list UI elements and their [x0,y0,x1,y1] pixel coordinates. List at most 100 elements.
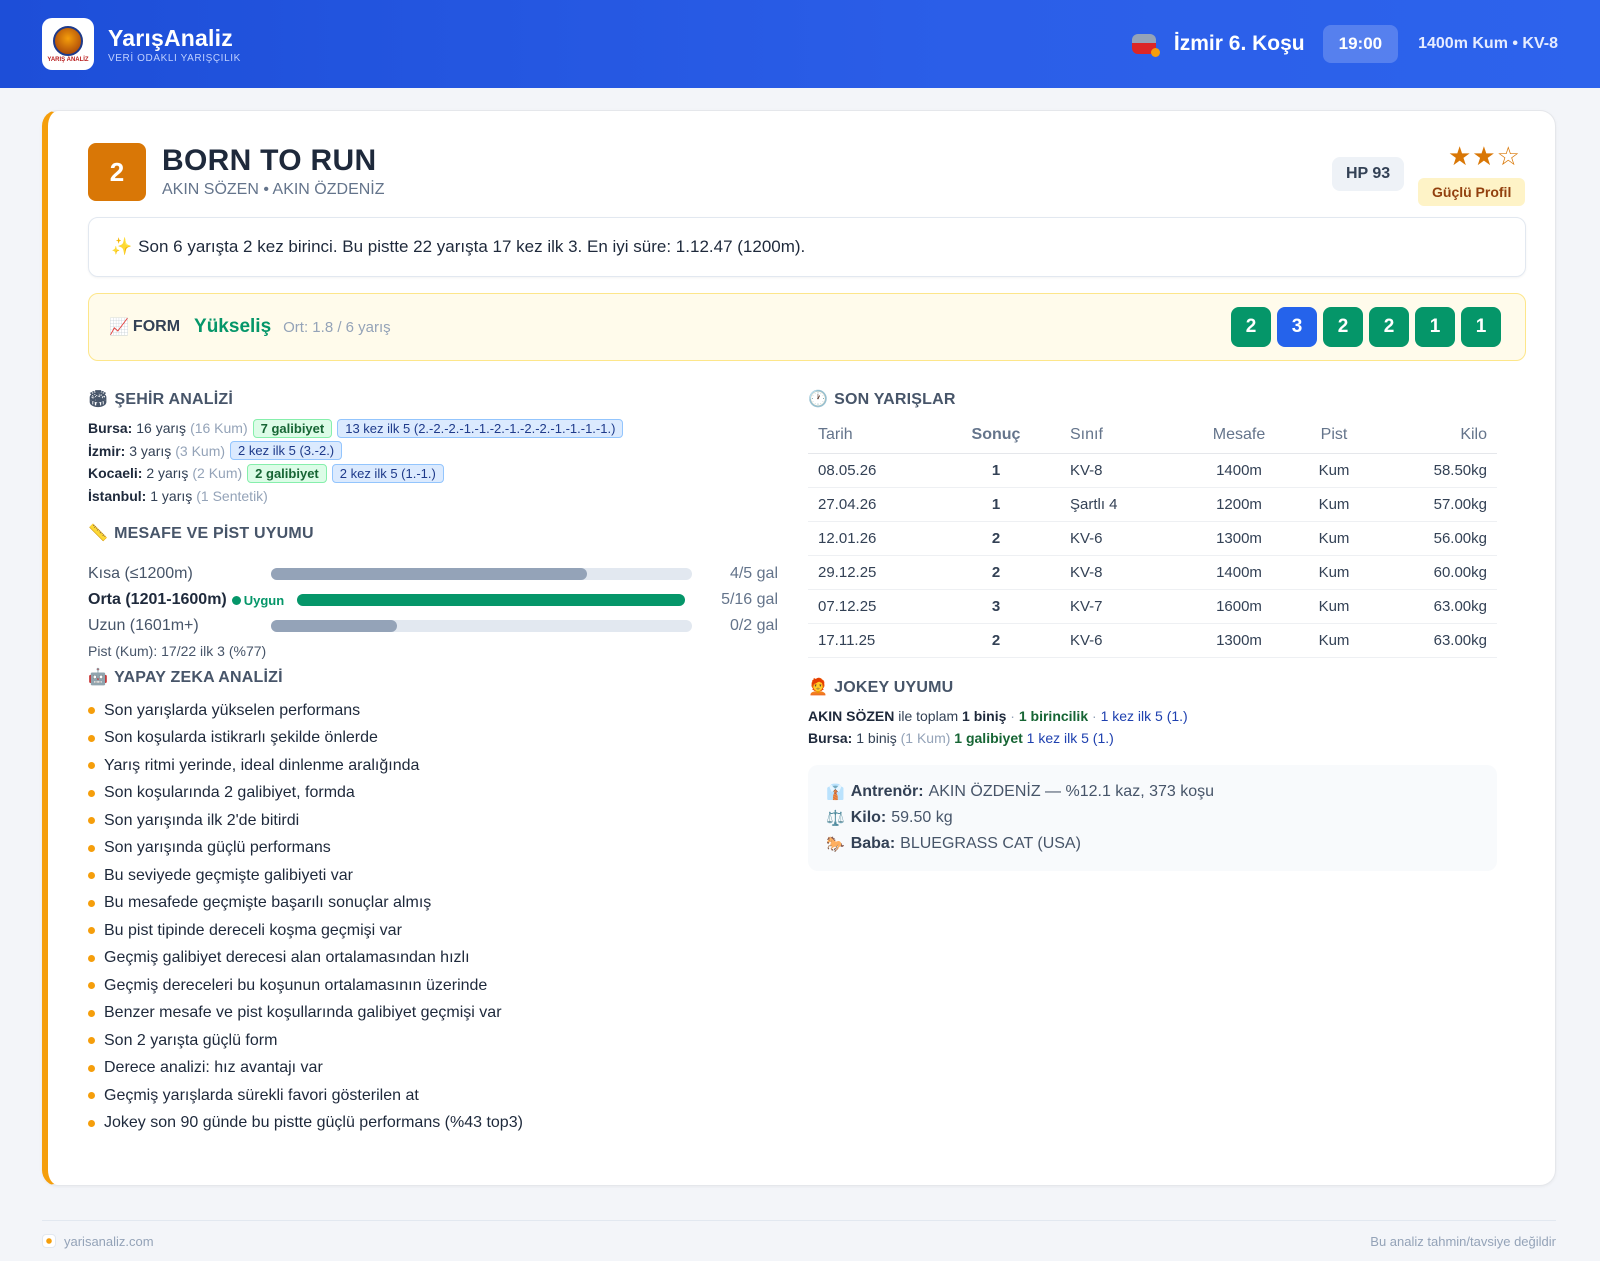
jockey-stats: AKIN SÖZEN ile toplam 1 biniş · 1 birinc… [808,705,1188,749]
brand-name: YarışAnaliz [108,24,233,51]
table-row: 17.11.25 2 KV-6 1300m Kum 63.00kg [808,623,1497,658]
table-header-row: Tarih Sonuç Sınıf Mesafe Pist Kilo [808,417,1497,454]
distance-bar-fill [271,568,587,580]
top5-tag: 13 kez ilk 5 (2.-2.-2.-1.-1.-2.-1.-2.-2.… [337,418,624,438]
list-item: Geçmiş yarışlarda sürekli favori gösteri… [88,1082,778,1110]
distance-label: Kısa (≤1200m) [88,565,193,582]
city-row: Bursa: 16 yarış (16 Kum) 7 galibiyet 13 … [88,417,788,440]
distance-bar [297,594,686,606]
disclaimer: Bu analiz tahmin/tavsiye değildir [1370,1233,1556,1249]
distance-label: Orta (1201-1600m) [88,591,227,608]
distance-row: Orta (1201-1600m) Uygun 5/16 gal [88,587,778,613]
summary-box: ✨ Son 6 yarışta 2 kez birinci. Bu pistte… [88,217,1526,277]
list-item: Son 2 yarışta güçlü form [88,1027,778,1055]
form-result: 2 [1323,307,1363,347]
city-analysis-list: Bursa: 16 yarış (16 Kum) 7 galibiyet 13 … [88,417,788,507]
chart-up-icon: 📈 [109,319,129,336]
distance-section: Kısa (≤1200m) 4/5 gal Orta (1201-1600m) … [88,561,778,659]
recent-races-table: Tarih Sonuç Sınıf Mesafe Pist Kilo 08.05… [808,417,1497,658]
brand: YarışAnaliz VERİ ODAKLI YARIŞÇILIK [108,25,241,64]
weight-line: ⚖️ Kilo: 59.50 kg [826,809,953,827]
form-trend: Yükseliş [194,316,272,337]
site-logo-icon [42,1234,56,1248]
table-row: 07.12.25 3 KV-7 1600m Kum 63.00kg [808,589,1497,624]
form-average: Ort: 1.8 / 6 yarış [283,318,391,336]
distance-row: Kısa (≤1200m) 4/5 gal [88,561,778,587]
city-row: İzmir: 3 yarış (3 Kum) 2 kez ilk 5 (3.-2… [88,440,788,463]
ruler-icon: 📏 [88,525,109,542]
distance-value: 4/5 gal [729,565,778,582]
logo[interactable]: YARIŞ ANALİZ [42,18,94,70]
footer: yarisanaliz.com Bu analiz tahmin/tavsiye… [42,1220,1556,1261]
list-item: Son koşularda istikrarlı şekilde önlerde [88,725,778,753]
horse-emblem-icon [53,25,83,56]
form-label: FORM [132,318,181,335]
stadium-icon: 🏟 [88,391,109,408]
distance-bar [271,568,692,580]
form-results: 2 3 2 2 1 1 [1231,307,1501,347]
distance-row: Uzun (1601m+) 0/2 gal [88,613,778,639]
city-analysis-title: 🏟 ŞEHİR ANALİZİ [88,391,233,408]
jockey-icon: 🧑‍🦰 [808,679,829,696]
list-item: Son yarışında güçlü performans [88,835,778,863]
jockey-city-line: Bursa: 1 biniş (1 Kum) 1 galibiyet 1 kez… [808,730,1114,746]
list-item: Bu pist tipinde dereceli koşma geçmişi v… [88,917,778,945]
distance-bar-fill [271,620,398,632]
city-row: Kocaeli: 2 yarış (2 Kum) 2 galibiyet 2 k… [88,462,788,485]
distance-bar-fill [297,594,686,606]
list-item: Geçmiş dereceleri bu koşunun ortalamasın… [88,972,778,1000]
sparkle-icon: ✨ [111,237,133,256]
list-item: Bu mesafede geçmişte başarılı sonuçlar a… [88,890,778,918]
race-info: 1400m Kum • KV-8 [1418,35,1558,52]
column-header: Mesafe [1194,417,1284,454]
list-item: Son yarışlarda yükselen performans [88,697,778,725]
recent-races-title: 🕐 SON YARIŞLAR [808,391,956,408]
wins-tag: 7 galibiyet [252,418,333,438]
column-header: Tarih [808,417,958,454]
list-item: Geçmiş galibiyet derecesi alan ortalamas… [88,945,778,973]
robot-icon: 🤖 [88,669,109,686]
column-header: Sınıf [1034,417,1194,454]
top5-tag: 2 kez ilk 5 (1.-1.) [331,463,444,483]
form-result: 1 [1415,307,1455,347]
form-result: 2 [1369,307,1409,347]
list-item: Yarış ritmi yerinde, ideal dinlenme aral… [88,752,778,780]
track-stat: Pist (Kum): 17/22 ilk 3 (%77) [88,643,267,659]
jockey-total-line: AKIN SÖZEN ile toplam 1 biniş · 1 birinc… [808,708,1188,724]
trainer-line: 👔 Antrenör: AKIN ÖZDENİZ — %12.1 kaz, 37… [826,783,1215,801]
ai-analysis-title: 🤖 YAPAY ZEKA ANALİZİ [88,669,283,686]
column-header: Kilo [1384,417,1497,454]
wins-tag: 2 galibiyet [247,463,327,483]
distance-label: Uzun (1601m+) [88,617,199,634]
app-header: YARIŞ ANALİZ YarışAnaliz VERİ ODAKLI YAR… [0,0,1600,88]
list-item: Bu seviyede geçmişte galibiyeti var [88,862,778,890]
logo-text: YARIŞ ANALİZ [47,56,89,63]
horse-icon: 🐎 [826,836,845,853]
distance-value: 5/16 gal [721,591,778,608]
top5-tag: 2 kez ilk 5 (3.-2.) [230,441,343,461]
table-row: 29.12.25 2 KV-8 1400m Kum 60.00kg [808,555,1497,590]
form-result: 1 [1461,307,1501,347]
distance-title: 📏 MESAFE VE PİST UYUMU [88,525,314,542]
horse-number: 2 [88,143,146,201]
table-row: 27.04.26 1 Şartlı 4 1200m Kum 57.00kg [808,487,1497,522]
table-row: 08.05.26 1 KV-8 1400m Kum 58.50kg [808,453,1497,488]
horse-name: BORN TO RUN [162,144,377,177]
race-header: İzmir 6. Koşu 19:00 1400m Kum • KV-8 [1131,25,1558,63]
site-link[interactable]: yarisanaliz.com [64,1234,154,1249]
list-item: Son koşularında 2 galibiyet, formda [88,780,778,808]
list-item: Benzer mesafe ve pist koşullarında galib… [88,1000,778,1028]
clock-icon: 🕐 [808,391,829,408]
column-header: Sonuç [958,417,1034,454]
table-row: 12.01.26 2 KV-6 1300m Kum 56.00kg [808,521,1497,556]
distance-bar [271,620,692,632]
suitable-badge: Uygun [232,593,284,608]
star-rating: ★★☆ [1448,141,1521,171]
sire-line: 🐎 Baba: BLUEGRASS CAT (USA) [826,835,1081,853]
brand-tagline: VERİ ODAKLI YARIŞÇILIK [108,52,241,64]
horse-jockey-trainer: AKIN SÖZEN • AKIN ÖZDENİZ [162,181,385,198]
summary-text: Son 6 yarışta 2 kez birinci. Bu pistte 2… [138,237,806,256]
list-item: Derece analizi: hız avantajı var [88,1055,778,1083]
jockey-title: 🧑‍🦰 JOKEY UYUMU [808,679,954,696]
scale-icon: ⚖️ [826,810,845,827]
